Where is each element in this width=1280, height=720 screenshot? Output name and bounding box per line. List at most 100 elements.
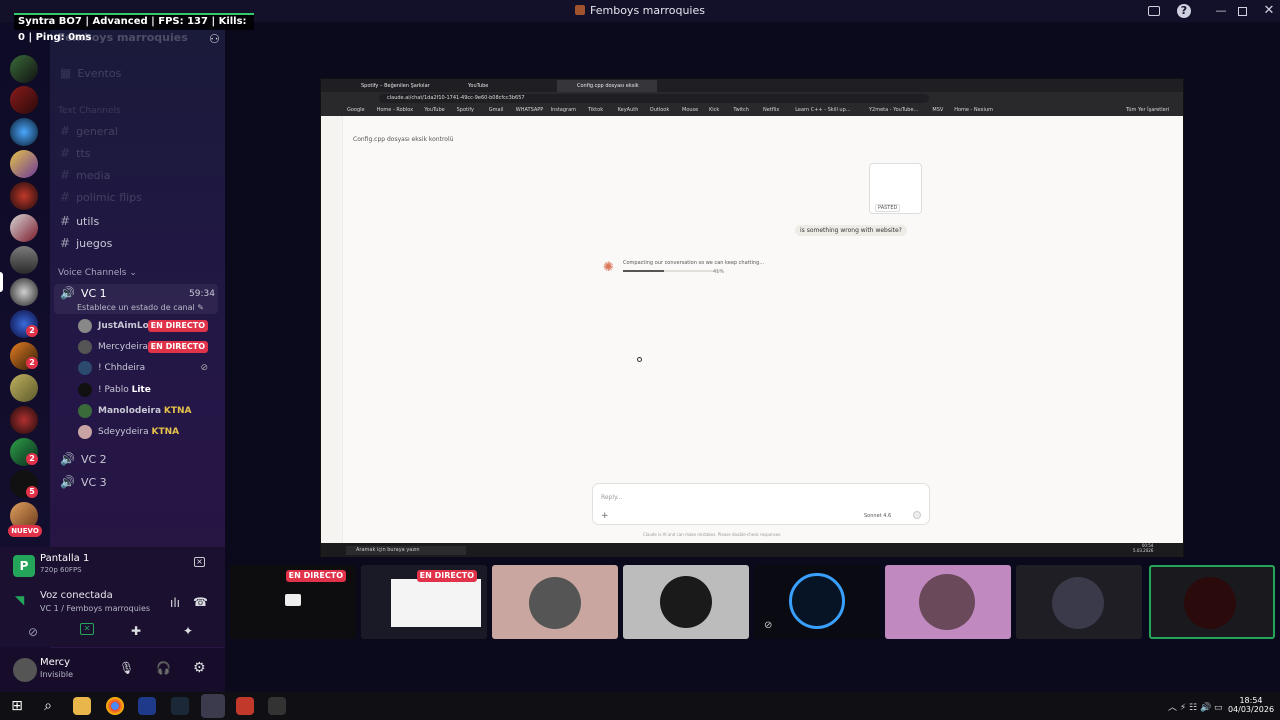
discord-icon-active[interactable] <box>201 694 225 718</box>
bookmark-item[interactable]: Instagram <box>551 105 576 116</box>
pasted-attachment[interactable]: PASTED <box>869 163 922 214</box>
bookmark-item[interactable]: MSV <box>932 105 943 116</box>
stop-stream-icon[interactable]: × <box>194 557 205 567</box>
bookmark-item[interactable]: Gmail <box>489 105 504 116</box>
voice-user[interactable]: ! Chhdeira ⊘ <box>78 359 218 377</box>
participant-tile[interactable]: EN DIRECTO <box>230 565 356 639</box>
model-selector[interactable]: Sonnet 4.6 <box>864 513 891 519</box>
file-explorer-icon[interactable] <box>73 697 91 715</box>
participant-tile-speaking[interactable] <box>1149 565 1275 639</box>
bookmark-item[interactable]: YouTube <box>424 105 444 116</box>
maximize-icon[interactable] <box>1238 7 1247 16</box>
voice-user[interactable]: Sdeyydeira KTNA <box>78 423 218 441</box>
voice-user[interactable]: JustAimLock EN DIRECTO <box>78 317 218 335</box>
server-icon-2[interactable] <box>10 86 38 114</box>
participant-tile[interactable] <box>623 565 749 639</box>
username[interactable]: Mercy <box>40 657 70 668</box>
app-icon[interactable] <box>236 697 254 715</box>
voice-channel-vc2[interactable]: 🔊 VC 2 <box>60 450 107 468</box>
settings-icon[interactable]: ⚙ <box>193 660 206 676</box>
bookmark-item[interactable]: Netflix <box>763 105 779 116</box>
channel-juegos[interactable]: # juegos <box>60 234 112 252</box>
screen-share-icon[interactable]: ✕ <box>80 623 94 635</box>
participant-tile[interactable]: EN DIRECTO <box>361 565 487 639</box>
channel-events[interactable]: ▦ Eventos <box>60 64 121 82</box>
chrome-icon[interactable] <box>106 697 124 715</box>
bookmark-item[interactable]: WHATSAPP <box>516 105 544 116</box>
tab-spotify[interactable]: Spotify – Beğenilen Şarkılar <box>341 80 441 92</box>
server-icon-11[interactable] <box>10 374 38 402</box>
bookmark-item[interactable]: Mouse <box>682 105 698 116</box>
channel-tts[interactable]: # tts <box>60 144 90 162</box>
channel-utils[interactable]: # utils <box>60 212 99 230</box>
monitor-icon <box>285 594 301 606</box>
app-icon[interactable] <box>268 697 286 715</box>
channel-status[interactable]: Establece un estado de canal ✎ <box>77 303 204 312</box>
voice-channel-vc1[interactable]: 🔊 VC 1 <box>60 284 107 302</box>
disconnect-icon[interactable]: ☎ <box>193 595 208 609</box>
bookmark-item[interactable]: Y2meta - YouTube... <box>869 105 918 116</box>
voice-channel-vc3[interactable]: 🔊 VC 3 <box>60 473 107 491</box>
start-icon[interactable]: ⊞ <box>8 697 26 715</box>
server-icon-5[interactable] <box>10 182 38 210</box>
bookmark-item[interactable]: KeyAuth <box>618 105 639 116</box>
chat-title[interactable]: Config.cpp dosyası eksik kontrolü <box>353 136 453 143</box>
participant-tile[interactable]: ⊘ <box>754 565 880 639</box>
search-icon[interactable]: ⌕ <box>39 697 57 715</box>
voice-status[interactable]: Voz conectada <box>40 590 113 601</box>
tray-clock[interactable]: 18:54 04/03/2026 <box>1226 696 1276 714</box>
voice-channel-link[interactable]: VC 1 / Femboys marroquies <box>40 604 150 613</box>
tray-icons[interactable]: ︿ ⚡ ☷ 🔊 ▭ <box>1168 700 1223 713</box>
voice-user[interactable]: Manolodeira KTNA <box>78 402 218 420</box>
tab-youtube[interactable]: YouTube <box>448 80 548 92</box>
server-icon-3[interactable] <box>10 118 38 146</box>
bookmark-item[interactable]: Google <box>347 105 365 116</box>
category-voice-channels[interactable]: Voice Channels ⌄ <box>58 268 137 278</box>
url-field[interactable]: claude.ai/chat/1da2f10-1741-49cc-9e60-b0… <box>379 94 929 103</box>
stream-view[interactable]: Spotify – Beğenilen Şarkılar YouTube Con… <box>320 78 1184 557</box>
steam-icon[interactable] <box>171 697 189 715</box>
bookmark-item[interactable]: Learn C++ - Skill up... <box>795 105 850 116</box>
bookmark-item[interactable]: Kick <box>709 105 719 116</box>
bookmark-item[interactable]: Home - Roblox <box>377 105 413 116</box>
category-text-channels[interactable]: Text Channels <box>58 106 121 116</box>
tab-claude[interactable]: Config.cpp dosyası eksik kontr... <box>557 80 657 101</box>
participant-tile[interactable] <box>492 565 618 639</box>
camera-off-icon[interactable]: ⊘ <box>28 625 38 639</box>
voice-user[interactable]: Mercydeira EN DIRECTO <box>78 338 218 356</box>
add-member-icon[interactable]: ⚇ <box>209 32 220 46</box>
server-icon-6[interactable] <box>10 214 38 242</box>
bookmark-item[interactable]: Home - Nexium <box>954 105 993 116</box>
attach-icon[interactable]: + <box>601 511 609 521</box>
server-icon-4[interactable] <box>10 150 38 178</box>
app-icon[interactable] <box>138 697 156 715</box>
bookmark-item[interactable]: Spotify <box>457 105 474 116</box>
channel-polimic[interactable]: # polimic flips <box>60 188 142 206</box>
close-icon[interactable]: ✕ <box>1262 4 1276 18</box>
server-icon-1[interactable] <box>10 55 38 83</box>
server-icon-7[interactable] <box>10 246 38 274</box>
reply-box[interactable]: Reply... + Sonnet 4.6 <box>592 483 930 525</box>
bookmark-item[interactable]: Outlook <box>650 105 669 116</box>
headphones-icon[interactable]: 🎧 <box>156 661 171 675</box>
soundboard-icon[interactable]: ılı <box>170 596 180 610</box>
participant-tile[interactable] <box>885 565 1011 639</box>
server-icon-8[interactable] <box>10 278 38 306</box>
effects-icon[interactable]: ✦ <box>183 624 193 638</box>
channel-general[interactable]: # general <box>60 122 118 140</box>
help-icon[interactable]: ? <box>1177 4 1191 18</box>
reply-input[interactable]: Reply... <box>601 494 622 501</box>
channel-media[interactable]: # media <box>60 166 110 184</box>
voice-user[interactable]: ! Pablo Lite <box>78 381 218 399</box>
microphone-icon[interactable]: 🎙 <box>119 661 134 675</box>
bookmark-item[interactable]: Twitch <box>733 105 749 116</box>
inbox-icon[interactable] <box>1148 6 1160 16</box>
voice-mode-icon[interactable] <box>913 511 921 519</box>
avatar[interactable] <box>13 658 37 682</box>
minimize-icon[interactable]: — <box>1214 4 1228 18</box>
activities-icon[interactable]: ✚ <box>131 624 141 638</box>
server-icon-12[interactable] <box>10 406 38 434</box>
bookmark-item[interactable]: Tiktok <box>588 105 603 116</box>
bookmark-item[interactable]: Tüm Yer İşaretleri <box>1126 105 1169 116</box>
participant-tile[interactable] <box>1016 565 1142 639</box>
